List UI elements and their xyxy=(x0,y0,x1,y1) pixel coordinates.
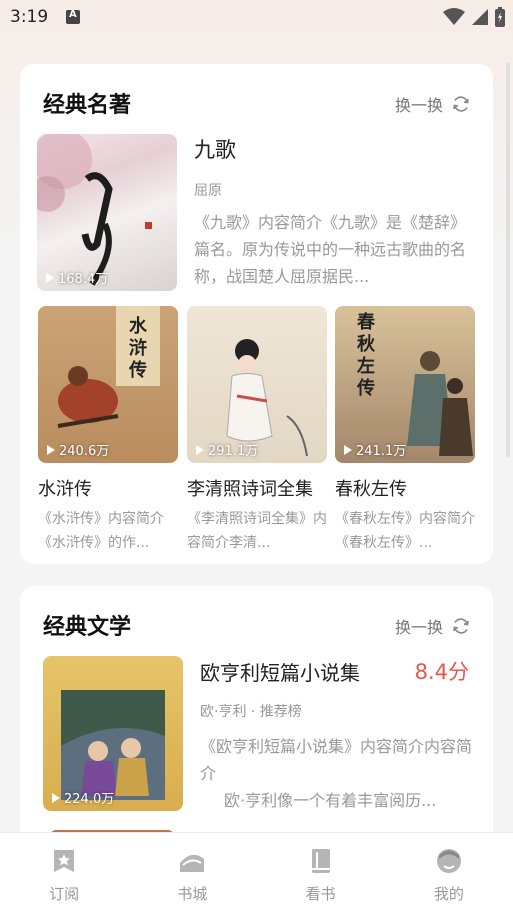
play-icon xyxy=(196,444,204,455)
classics-refresh-button[interactable]: 换一换 xyxy=(395,92,471,116)
nav-bookstore[interactable]: 书城 xyxy=(152,847,232,904)
svg-text:左: 左 xyxy=(357,355,375,377)
grid-book-cover[interactable]: 春 秋 左 传 241.1万 xyxy=(335,306,475,463)
literature-book-description: 《欧亨利短篇小说集》内容简介内容简介 欧·亨利像一个有着丰富阅历... xyxy=(200,733,480,814)
subscribe-star-icon xyxy=(54,850,75,872)
bookstore-icon xyxy=(180,854,205,872)
literature-section-title: 经典文学 xyxy=(43,615,132,640)
featured-play-count: 168.4万 xyxy=(46,268,108,287)
grid-book-description: 《春秋左传》内容简介《春秋左传》... xyxy=(335,511,475,551)
grid-book-title: 李清照诗词全集 xyxy=(187,479,313,500)
system-icons xyxy=(443,7,505,27)
literature-play-count: 224.0万 xyxy=(52,788,114,807)
grid-book-item[interactable]: 水 浒 传 240.6万 水浒传 《水浒传》内容简介《水浒传》的作... xyxy=(38,306,178,555)
play-icon xyxy=(52,792,60,803)
nav-profile-label: 我的 xyxy=(433,885,464,903)
classics-section-title: 经典名著 xyxy=(43,93,132,118)
literature-card: 经典文学 换一换 224.0万 欧亨利短篇小说集 8.4分 欧·亨利 · 推荐榜… xyxy=(20,586,493,846)
refresh-label: 换一换 xyxy=(394,618,443,637)
status-time: 3:19 xyxy=(10,7,49,27)
grid-play-count: 240.6万 xyxy=(47,440,109,459)
status-bar: 3:19 xyxy=(0,0,513,36)
read-book-icon xyxy=(311,849,330,873)
battery-icon xyxy=(495,7,505,27)
literature-refresh-button[interactable]: 换一换 xyxy=(395,614,471,638)
featured-book-title[interactable]: 九歌 xyxy=(194,134,236,164)
grid-book-cover[interactable]: 291.1万 xyxy=(187,306,327,463)
refresh-label: 换一换 xyxy=(394,96,443,115)
featured-book-cover[interactable]: 168.4万 xyxy=(37,134,177,291)
play-icon xyxy=(47,444,55,455)
literature-book-cover[interactable]: 224.0万 xyxy=(43,656,183,811)
svg-text:春: 春 xyxy=(357,311,376,333)
refresh-icon xyxy=(453,618,469,634)
svg-text:水: 水 xyxy=(129,315,148,337)
nav-bookstore-label: 书城 xyxy=(177,885,208,903)
grid-book-title: 春秋左传 xyxy=(335,479,407,500)
grid-book-item[interactable]: 291.1万 李清照诗词全集 《李清照诗词全集》内容简介李清... xyxy=(187,306,327,555)
svg-text:秋: 秋 xyxy=(357,333,376,355)
grid-book-description: 《李清照诗词全集》内容简介李清... xyxy=(187,511,327,551)
play-icon xyxy=(46,272,54,283)
description-line-2: 欧·亨利像一个有着丰富阅历... xyxy=(224,791,437,810)
svg-text:传: 传 xyxy=(128,359,147,381)
grid-book-item[interactable]: 春 秋 左 传 241.1万 春秋左传 《春秋左传》内容简介《春秋左传》... xyxy=(335,306,475,555)
nav-subscribe-label: 订阅 xyxy=(49,885,80,903)
nav-read-label: 看书 xyxy=(305,885,336,903)
classics-card: 经典名著 换一换 168.4万 九歌 屈原 《九歌》内容简介《九歌》是《楚辞》篇… xyxy=(20,64,493,564)
refresh-icon xyxy=(453,96,469,112)
featured-book-description: 《九歌》内容简介《九歌》是《楚辞》篇名。原为传说中的一种远古歌曲的名称，战国楚人… xyxy=(194,213,467,286)
profile-icon xyxy=(436,849,461,873)
nav-read[interactable]: 看书 xyxy=(281,847,361,904)
svg-text:浒: 浒 xyxy=(129,337,147,359)
literature-book-meta: 欧·亨利 · 推荐榜 xyxy=(200,704,302,720)
nav-profile[interactable]: 我的 xyxy=(409,847,489,904)
literature-book-title[interactable]: 欧亨利短篇小说集 xyxy=(200,657,360,686)
signal-icon xyxy=(472,9,488,25)
grid-play-count: 291.1万 xyxy=(196,440,258,459)
scrollbar[interactable] xyxy=(506,62,510,457)
bottom-nav: 订阅 书城 看书 我的 xyxy=(0,832,513,912)
notification-a-icon xyxy=(66,9,80,24)
wifi-icon xyxy=(443,8,465,25)
nav-subscribe[interactable]: 订阅 xyxy=(24,847,104,904)
description-line-1: 《欧亨利短篇小说集》内容简介内容简介 xyxy=(200,737,473,783)
grid-book-cover[interactable]: 水 浒 传 240.6万 xyxy=(38,306,178,463)
play-icon xyxy=(344,444,352,455)
grid-play-count: 241.1万 xyxy=(344,440,406,459)
svg-text:传: 传 xyxy=(356,377,375,399)
grid-book-title: 水浒传 xyxy=(38,479,92,500)
grid-book-description: 《水浒传》内容简介《水浒传》的作... xyxy=(38,511,164,551)
featured-book-author: 屈原 xyxy=(194,183,222,199)
literature-book-score: 8.4分 xyxy=(414,660,469,684)
